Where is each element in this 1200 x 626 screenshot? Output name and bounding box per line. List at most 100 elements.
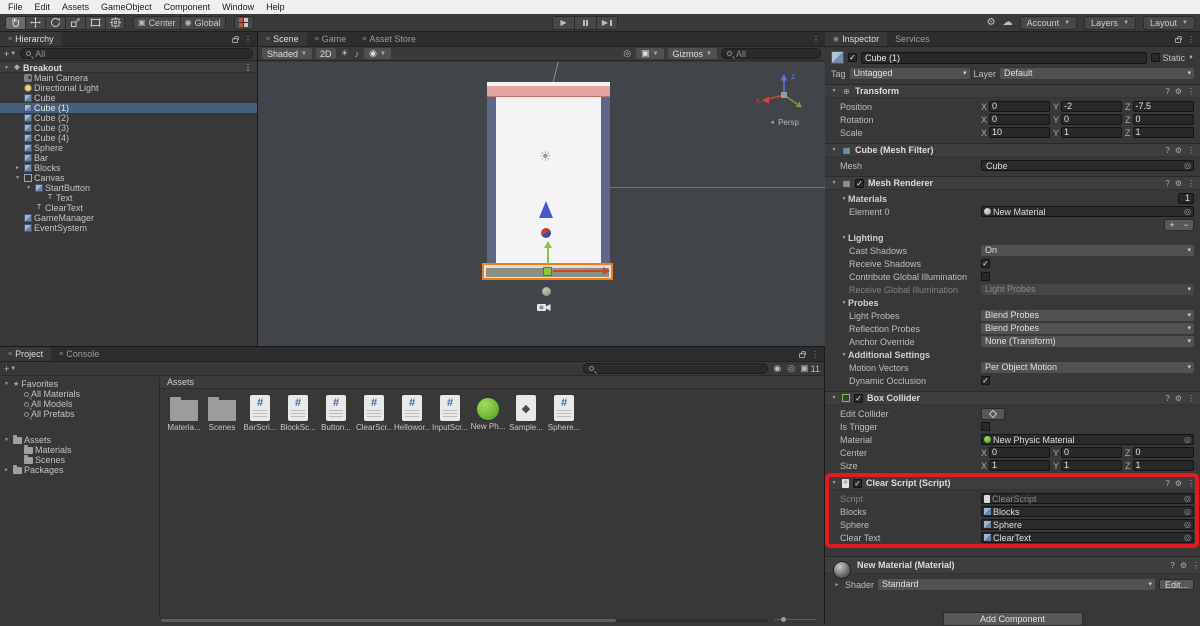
shading-mode-dropdown[interactable]: Shaded ▼ bbox=[262, 48, 312, 59]
scale-z-input[interactable]: 1 bbox=[1132, 127, 1194, 138]
hierarchy-item-blocks[interactable]: ► Blocks bbox=[0, 163, 257, 173]
panel-menu-kebab-icon[interactable]: ⋮ bbox=[811, 350, 819, 359]
hand-tool-button[interactable] bbox=[5, 15, 25, 30]
foldout-arrow[interactable]: ► bbox=[833, 582, 841, 588]
component-header[interactable]: ▼ ✓ Box Collider? ⚙ ⋮ bbox=[825, 391, 1200, 405]
object-picker-icon[interactable]: ◎ bbox=[1184, 207, 1191, 216]
move-gizmo-y-arrow[interactable] bbox=[547, 248, 549, 264]
foldout-arrow[interactable]: ▼ bbox=[840, 196, 848, 202]
foldout-arrow[interactable]: ▼ bbox=[2, 437, 11, 443]
foldout-arrow[interactable]: ▼ bbox=[24, 185, 33, 191]
tag-dropdown[interactable]: Untagged bbox=[849, 68, 970, 79]
object-name-field[interactable]: Cube (1) bbox=[861, 51, 1147, 64]
center-y-input[interactable]: 0 bbox=[1061, 447, 1122, 458]
rect-tool-button[interactable] bbox=[85, 15, 105, 30]
camera-settings-dropdown[interactable]: ▣ ▼ bbox=[636, 48, 664, 59]
preset-icon[interactable]: ⚙ bbox=[1175, 394, 1182, 403]
search-by-type-icon[interactable]: ◉ bbox=[772, 363, 782, 374]
scene-viewport[interactable]: ☀ z x ◄ Persp bbox=[258, 62, 825, 346]
hierarchy-item-directional-light[interactable]: Directional Light bbox=[0, 83, 257, 93]
2d-toggle-button[interactable]: 2D bbox=[315, 48, 336, 59]
component-enabled-checkbox[interactable]: ✓ bbox=[853, 478, 862, 488]
move-tool-button[interactable] bbox=[25, 15, 45, 30]
foldout-materials[interactable]: ▼ Materials 1 bbox=[825, 192, 1200, 205]
component-enabled-checkbox[interactable]: ✓ bbox=[855, 178, 864, 188]
foldout-arrow[interactable]: ▼ bbox=[830, 480, 838, 486]
foldout-additional-settings[interactable]: ▼ Additional Settings bbox=[825, 348, 1200, 361]
account-dropdown[interactable]: Account ▼ bbox=[1019, 15, 1078, 30]
project-tree-item-assets[interactable]: ▼ Assets bbox=[0, 435, 159, 445]
project-tree-item-favorites[interactable]: ▼ ★ Favorites bbox=[0, 379, 159, 389]
foldout-arrow[interactable]: ► bbox=[13, 165, 22, 171]
asset-hellowor[interactable]: Hellowor... bbox=[393, 395, 431, 432]
light-probes-dropdown[interactable]: Blend Probes bbox=[981, 310, 1194, 321]
effects-dropdown[interactable]: ◉ ▼ bbox=[364, 48, 391, 59]
preset-icon[interactable]: ⚙ bbox=[1175, 146, 1182, 155]
component-enabled-checkbox[interactable]: ✓ bbox=[854, 393, 863, 403]
asset-sample[interactable]: Sample... bbox=[507, 395, 545, 432]
center-x-input[interactable]: 0 bbox=[989, 447, 1050, 458]
layer-dropdown[interactable]: Default bbox=[1000, 68, 1194, 79]
preset-icon[interactable]: ⚙ bbox=[1175, 87, 1182, 96]
project-tree-item-scenes[interactable]: Scenes bbox=[0, 455, 159, 465]
asset-inputscr[interactable]: InputScr... bbox=[431, 395, 469, 432]
mesh-object-field[interactable]: Cube ◎ bbox=[981, 160, 1194, 171]
static-checkbox[interactable] bbox=[1150, 53, 1160, 62]
menu-gameobject[interactable]: GameObject bbox=[95, 1, 158, 13]
object-picker-icon[interactable]: ◎ bbox=[1184, 161, 1191, 170]
help-icon[interactable]: ? bbox=[1165, 179, 1169, 188]
panel-menu-kebab-icon[interactable]: ⋮ bbox=[812, 35, 820, 44]
hidden-objects-icon[interactable]: ◎ bbox=[622, 48, 632, 59]
receive-shadows-checkbox[interactable]: ✓ bbox=[981, 259, 990, 268]
asset-button[interactable]: Button... bbox=[317, 395, 355, 432]
play-button[interactable]: ▶ bbox=[552, 15, 574, 30]
layers-dropdown[interactable]: Layers ▼ bbox=[1084, 15, 1137, 30]
material-object-field[interactable]: New Physic Material ◎ bbox=[981, 434, 1194, 445]
element-0-object-field[interactable]: New Material ◎ bbox=[981, 206, 1194, 217]
dynamic-occlusion-checkbox[interactable]: ✓ bbox=[981, 376, 990, 385]
material-preview-sphere[interactable] bbox=[833, 561, 851, 579]
rotation-x-input[interactable]: 0 bbox=[989, 114, 1050, 125]
contribute-global-illumination-checkbox[interactable] bbox=[981, 272, 990, 281]
foldout-arrow[interactable]: ▼ bbox=[840, 352, 848, 358]
scene-audio-toggle-icon[interactable]: ♪ bbox=[354, 49, 361, 59]
sphere-object-field[interactable]: Sphere ◎ bbox=[981, 519, 1194, 530]
array-size-field[interactable]: 1 bbox=[1178, 193, 1194, 204]
transform-tool-button[interactable] bbox=[105, 15, 125, 30]
panel-menu-kebab-icon[interactable]: ⋮ bbox=[1187, 35, 1195, 44]
asset-materia[interactable]: Materia... bbox=[165, 395, 203, 432]
rotation-z-input[interactable]: 0 bbox=[1132, 114, 1194, 125]
menu-kebab-icon[interactable]: ⋮ bbox=[1187, 394, 1195, 403]
foldout-arrow[interactable]: ▼ bbox=[830, 180, 838, 186]
hierarchy-item-text[interactable]: Text bbox=[0, 193, 257, 203]
hierarchy-item-gamemanager[interactable]: GameManager bbox=[0, 213, 257, 223]
foldout-lighting[interactable]: ▼ Lighting bbox=[825, 231, 1200, 244]
hierarchy-item-main-camera[interactable]: Main Camera bbox=[0, 73, 257, 83]
project-tree-item-all-models[interactable]: All Models bbox=[0, 399, 159, 409]
hierarchy-item-cleartext[interactable]: ClearText bbox=[0, 203, 257, 213]
foldout-probes[interactable]: ▼ Probes bbox=[825, 296, 1200, 309]
size-x-input[interactable]: 1 bbox=[989, 460, 1050, 471]
hierarchy-item-sphere[interactable]: Sphere bbox=[0, 143, 257, 153]
tab-services[interactable]: Services bbox=[887, 32, 938, 46]
tab-hierarchy[interactable]: ≡ Hierarchy bbox=[0, 32, 62, 46]
add-element-button[interactable]: + bbox=[1165, 220, 1179, 230]
lock-icon[interactable] bbox=[799, 351, 806, 358]
move-gizmo-center[interactable] bbox=[542, 267, 552, 276]
panel-menu-kebab-icon[interactable]: ⋮ bbox=[244, 35, 252, 44]
tab-game[interactable]: ≡ Game bbox=[307, 32, 355, 46]
help-icon[interactable]: ? bbox=[1165, 146, 1169, 155]
foldout-arrow[interactable]: ▼ bbox=[13, 175, 22, 181]
hierarchy-item-breakout[interactable]: ▼ Breakout ⋮ bbox=[0, 63, 257, 73]
foldout-arrow[interactable]: ▼ bbox=[840, 235, 848, 241]
project-tree-item-all-materials[interactable]: All Materials bbox=[0, 389, 159, 399]
foldout-arrow[interactable]: ▼ bbox=[2, 381, 11, 387]
orientation-gizmo[interactable]: z x bbox=[755, 70, 813, 118]
camera-gizmo[interactable] bbox=[536, 302, 552, 313]
position-x-input[interactable]: 0 bbox=[989, 101, 1050, 112]
tab-asset-store[interactable]: ≡ Asset Store bbox=[354, 32, 424, 46]
hierarchy-item-canvas[interactable]: ▼ Canvas bbox=[0, 173, 257, 183]
component-header[interactable]: ▼ ✓ Clear Script (Script)? ⚙ ⋮ bbox=[825, 476, 1200, 490]
hidden-packages-count[interactable]: ▣ 11 bbox=[800, 363, 820, 374]
projection-mode-toggle[interactable]: ◄ Persp bbox=[769, 118, 799, 127]
